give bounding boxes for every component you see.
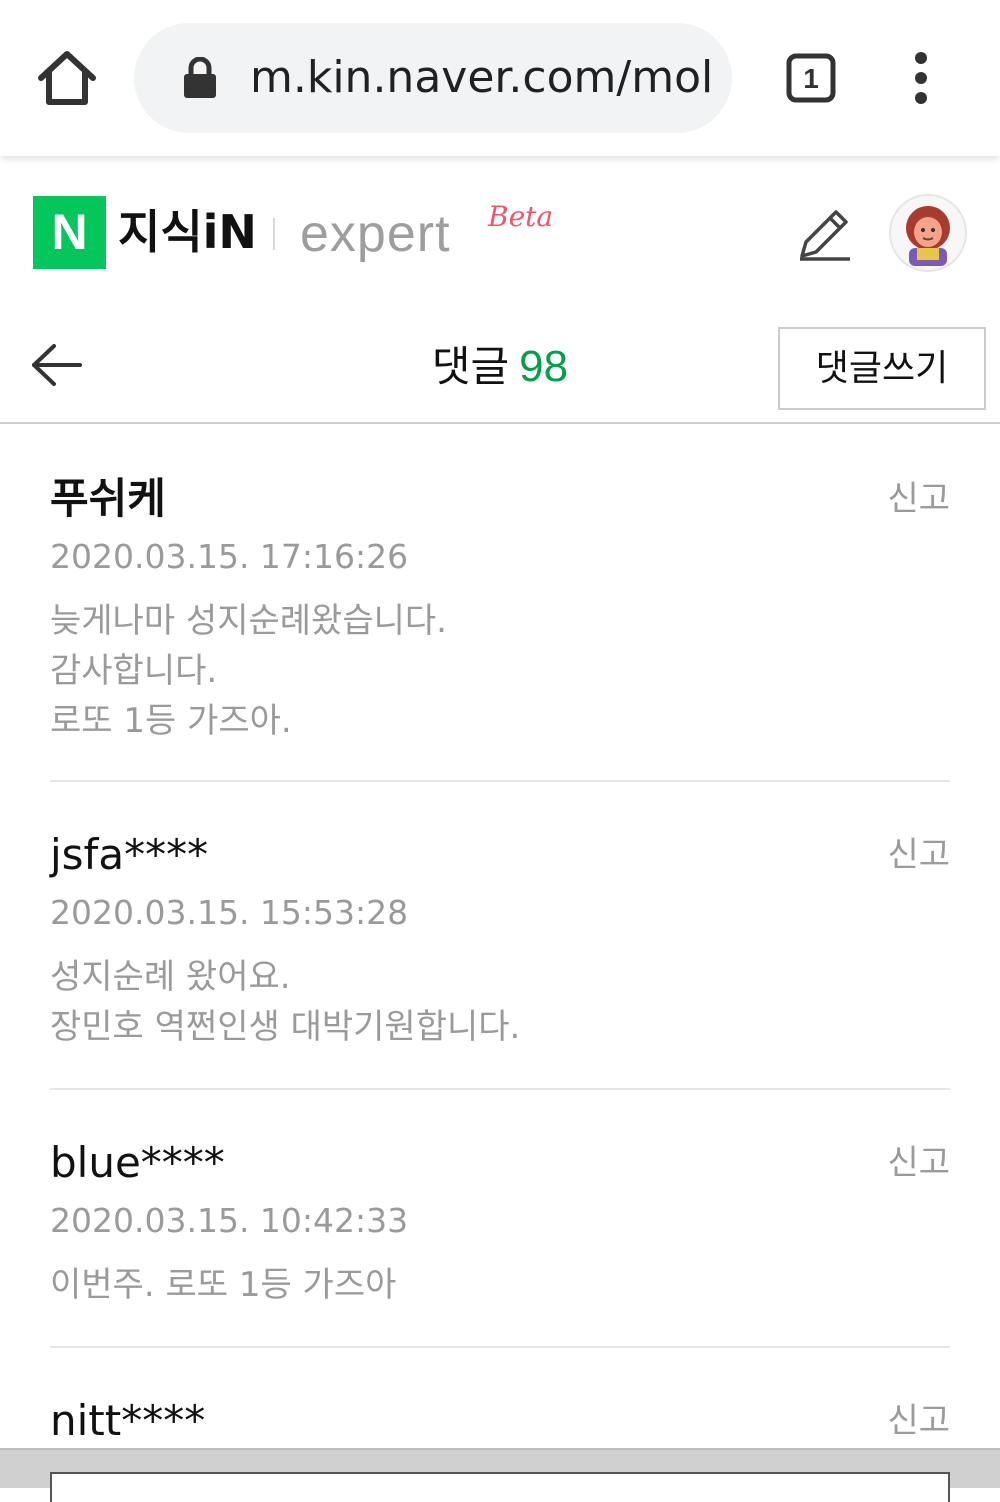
tab-switcher-button[interactable]: 1 [786, 53, 836, 103]
comment-author[interactable]: 푸쉬케 [50, 470, 166, 528]
comment-date: 2020.03.15. 15:53:28 [50, 893, 409, 932]
pencil-icon[interactable] [796, 206, 852, 262]
tab-count: 1 [803, 63, 819, 94]
site-header: N 지식iN expert Beta [0, 156, 1000, 306]
comment-line: 성지순례 왔어요. [50, 957, 291, 997]
comment-body: 이번주. 로또 1등 가즈아 [50, 1260, 396, 1310]
comments-header: 댓글 98 댓글쓰기 [0, 306, 1000, 424]
report-button[interactable]: 신고 [887, 1396, 950, 1446]
comment-date: 2020.03.15. 17:16:26 [50, 537, 409, 576]
comment-date: 2020.03.15. 10:42:33 [50, 1201, 409, 1240]
lock-icon [182, 56, 218, 99]
comment-count: 98 [519, 342, 569, 391]
comment-input[interactable] [50, 1472, 950, 1502]
avatar[interactable] [889, 194, 967, 272]
comment-line: 늦게나마 성지순례왔습니다. [50, 601, 447, 641]
comment-item: blue**** 신고 2020.03.15. 10:42:33 이번주. 로또… [50, 1134, 950, 1334]
comment-author[interactable]: blue**** [50, 1134, 225, 1192]
comment-divider [50, 780, 950, 782]
naver-logo[interactable]: N [33, 196, 106, 269]
comment-item: 푸쉬케 신고 2020.03.15. 17:16:26 늦게나마 성지순례왔습니… [50, 470, 950, 750]
more-menu-icon[interactable] [906, 50, 936, 106]
write-comment-button[interactable]: 댓글쓰기 [778, 327, 986, 410]
beta-badge: Beta [488, 200, 554, 233]
comment-author[interactable]: jsfa**** [50, 826, 208, 884]
url-text[interactable]: m.kin.naver.com/mol [250, 43, 725, 113]
comment-line: 로또 1등 가즈아. [50, 701, 292, 741]
expert-brand[interactable]: expert [300, 194, 451, 274]
comment-line: 장민호 역쩐인생 대박기원합니다. [50, 1007, 521, 1047]
comment-divider [50, 1088, 950, 1090]
comment-divider [50, 1346, 950, 1348]
address-bar[interactable]: m.kin.naver.com/mol [134, 23, 732, 133]
home-icon[interactable] [36, 48, 98, 108]
bottom-comment-bar [0, 1448, 1000, 1502]
comment-body: 성지순례 왔어요. 장민호 역쩐인생 대박기원합니다. [50, 952, 520, 1052]
kin-brand[interactable]: 지식iN [118, 196, 257, 269]
report-button[interactable]: 신고 [887, 1138, 950, 1188]
brand-divider [273, 218, 275, 250]
comment-line: 감사합니다. [50, 651, 218, 691]
comment-line: 이번주. 로또 1등 가즈아 [50, 1265, 397, 1305]
report-button[interactable]: 신고 [887, 474, 950, 524]
report-button[interactable]: 신고 [887, 830, 950, 880]
comment-author[interactable]: nitt**** [50, 1392, 205, 1450]
comment-body: 늦게나마 성지순례왔습니다. 감사합니다. 로또 1등 가즈아. [50, 596, 447, 746]
comments-title: 댓글 [431, 342, 510, 391]
comment-item: jsfa**** 신고 2020.03.15. 15:53:28 성지순례 왔어… [50, 826, 950, 1066]
comment-item: nitt**** 신고 [50, 1392, 950, 1448]
browser-toolbar: m.kin.naver.com/mol 1 [0, 0, 1000, 156]
